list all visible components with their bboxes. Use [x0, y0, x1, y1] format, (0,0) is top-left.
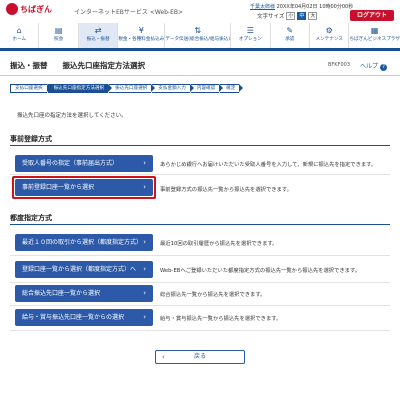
section-divider [10, 224, 390, 225]
nav-item-transfer[interactable]: ⇄ 振込・振替 [78, 23, 119, 48]
button-label: 給与・賞与振込先口座一覧からの選択 [22, 314, 125, 321]
help-icon: ? [380, 64, 388, 71]
nav-item-inquiry[interactable]: ▤ 照会 [39, 23, 79, 48]
inquiry-icon: ▤ [54, 26, 63, 35]
nav-label: データ伝送(総合振込/給与振込) [165, 37, 231, 42]
nav-item-data-transfer[interactable]: ⇅ データ伝送(総合振込/給与振込) [165, 23, 232, 48]
step-2-current: 振込先口座指定方法選択 [47, 84, 112, 93]
button-label: 総合振込先口座一覧から選択 [22, 290, 101, 297]
step-1: 支払口座選択 [10, 84, 51, 93]
logo-text: ちばぎん [20, 4, 52, 14]
preregistered-list-description: 事前登録方式の振込先一覧から振込先を選択できます。 [160, 187, 292, 193]
font-size-label: 文字サイズ [257, 14, 285, 20]
step-5: 内容確認 [190, 84, 224, 93]
instruction-text: 振込先口座の指定方法を選択してください。 [17, 113, 127, 119]
general-transfer-list-button[interactable]: 総合振込先口座一覧から選択 › [15, 285, 153, 302]
chevron-right-icon: › [143, 159, 146, 167]
row-divider [10, 305, 390, 306]
chevron-right-icon: › [143, 265, 146, 273]
section-title-preregistered: 事前登録方式 [10, 135, 52, 143]
font-size-control: 文字サイズ 小 中 大 [257, 12, 318, 20]
nav-label: 承認 [285, 37, 295, 42]
nav-label: 税金・各種料金払込み [118, 37, 165, 42]
logout-button[interactable]: ログアウト [350, 10, 394, 21]
nav-item-home[interactable]: ⌂ ホーム [0, 23, 40, 48]
header: ちばぎん インターネットEBサービス <Web-EB> 千葉太郎様 20XX年0… [0, 0, 400, 22]
step-indicator: 支払口座選択 振込先口座指定方法選択 振込先口座選択 支払金額入力 内容確認 確… [10, 84, 244, 93]
salary-transfer-list-button[interactable]: 給与・賞与振込先口座一覧からの選択 › [15, 309, 153, 326]
chevron-right-icon: › [143, 183, 146, 191]
maintenance-icon: ⚙ [325, 26, 333, 35]
last-login: 20XX年04月02日 10時00分00秒 [276, 4, 354, 10]
button-label: 事前登録口座一覧から選択 [22, 184, 95, 191]
nav-item-approval[interactable]: ✎ 承認 [271, 23, 310, 48]
payee-number-button[interactable]: 受取人番号の指定（事前届出方式） › [15, 155, 153, 172]
nav-label: 振込・振替 [86, 37, 110, 42]
service-name: インターネットEBサービス <Web-EB> [74, 9, 184, 16]
recent-transactions-button[interactable]: 最近１０回の取引から選択（都度指定方式） › [15, 234, 153, 251]
bank-logo[interactable]: ちばぎん [6, 3, 52, 15]
payee-number-description: あらかじめ銀行へお届けいただいた受取人番号を入力して、新規に振込先を指定できます… [160, 162, 377, 168]
registered-list-description: Web-EBへご登録いただいた都度指定方式の振込先一覧から振込先を選択できます。 [160, 268, 361, 274]
nav-item-business-plaza[interactable]: ▦ ちばぎんビジネスプラザ [349, 23, 400, 48]
back-button[interactable]: ‹ 戻る [155, 350, 245, 364]
data-transfer-icon: ⇅ [194, 26, 202, 35]
help-label: ヘルプ [360, 63, 379, 70]
transfer-icon: ⇄ [94, 26, 102, 35]
step-4: 支払金額入力 [152, 84, 194, 93]
user-info: 千葉太郎様 20XX年04月02日 10時00分00秒 [250, 3, 353, 10]
section-divider [10, 145, 390, 146]
nav-label: ホーム [12, 37, 27, 42]
button-label: 登録口座一覧から選択（都度指定方式）へ [22, 266, 137, 273]
global-nav: ⌂ ホーム ▤ 照会 ⇄ 振込・振替 ¥ 税金・各種料金払込み ⇅ データ伝送(… [0, 23, 400, 51]
help-link[interactable]: ヘルプ? [360, 61, 388, 71]
button-label: 最近１０回の取引から選択（都度指定方式） [22, 239, 143, 246]
font-size-medium-button[interactable]: 中 [297, 12, 307, 20]
step-3: 振込先口座選択 [109, 84, 156, 93]
page-title: 振込・振替 振込先口座指定方法選択 [10, 61, 145, 70]
salary-transfer-list-description: 給与・賞与振込先一覧から振込先を選択できます。 [160, 316, 282, 322]
chevron-right-icon: › [143, 289, 146, 297]
nav-item-option[interactable]: ☰ オプション [231, 23, 271, 48]
nav-label: ちばぎんビジネスプラザ [349, 37, 400, 42]
option-icon: ☰ [246, 26, 254, 35]
title-bar: 振込・振替 振込先口座指定方法選択 BFKF003 ヘルプ? [0, 54, 400, 76]
row-divider [10, 255, 390, 256]
general-transfer-list-description: 総合振込先一覧から振込先を選択できます。 [160, 292, 266, 298]
user-name: 千葉太郎様 [250, 4, 276, 10]
font-size-small-button[interactable]: 小 [286, 12, 296, 20]
nav-label: オプション [238, 37, 262, 42]
preregistered-list-button[interactable]: 事前登録口座一覧から選択 › [15, 179, 153, 196]
nav-label: 照会 [54, 37, 64, 42]
registered-list-button[interactable]: 登録口座一覧から選択（都度指定方式）へ › [15, 261, 153, 278]
button-label: 受取人番号の指定（事前届出方式） [22, 160, 119, 167]
row-divider [10, 282, 390, 283]
chevron-right-icon: › [143, 313, 146, 321]
screen-id: BFKF003 [328, 62, 351, 68]
logo-mark-icon [6, 3, 18, 15]
chevron-left-icon: ‹ [162, 353, 165, 361]
home-icon: ⌂ [16, 26, 22, 35]
nav-item-tax-payment[interactable]: ¥ 税金・各種料金払込み [118, 23, 166, 48]
font-size-large-button[interactable]: 大 [308, 12, 318, 20]
back-label: 戻る [193, 353, 206, 360]
tax-payment-icon: ¥ [138, 26, 144, 35]
business-plaza-icon: ▦ [370, 26, 379, 35]
section-title-each-time: 都度指定方式 [10, 214, 52, 222]
recent-transactions-description: 最近10回の取引履歴から振込先を選択できます。 [160, 241, 278, 247]
nav-item-maintenance[interactable]: ⚙ メンテナンス [310, 23, 350, 48]
approval-icon: ✎ [286, 26, 294, 35]
nav-label: メンテナンス [315, 37, 343, 42]
row-divider [10, 330, 390, 331]
row-divider [10, 174, 390, 175]
chevron-right-icon: › [143, 238, 146, 246]
